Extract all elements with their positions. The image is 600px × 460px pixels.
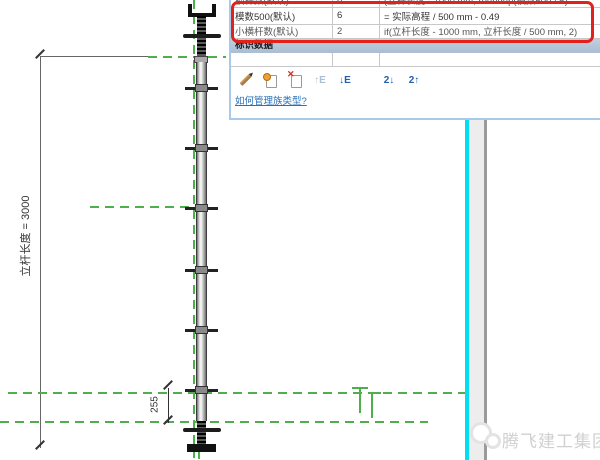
pole-coupler-hub-1: [195, 84, 208, 92]
move-up-icon: ↑E: [314, 75, 326, 86]
sort-descending-button[interactable]: 2↑: [406, 72, 422, 88]
parameter-value-cell[interactable]: [333, 53, 380, 66]
parameter-name-cell[interactable]: 模数500(默认): [231, 7, 333, 24]
move-parameter-up-button[interactable]: ↑E: [312, 72, 328, 88]
new-parameter-button[interactable]: [262, 72, 278, 88]
right-column-edge: [484, 120, 487, 460]
parameter-value-cell[interactable]: 6: [333, 0, 380, 7]
parameter-name-cell[interactable]: [231, 53, 333, 66]
pencil-icon: [239, 74, 251, 86]
delete-parameter-icon: ✕: [291, 75, 302, 88]
sort-ascending-button[interactable]: 2↓: [381, 72, 397, 88]
delete-x-icon: ✕: [287, 70, 295, 79]
pole-top-adjusting-nut: [183, 34, 221, 38]
watermark-logo-icon-small: [485, 433, 501, 449]
sort-descending-icon: 2↑: [409, 75, 420, 86]
parameter-row-modulus500[interactable]: 模数500(默认) 6 = 实际高程 / 500 mm - 0.49: [231, 7, 600, 25]
new-badge-dot-icon: [263, 73, 271, 81]
pole-coupler-hub-3: [195, 204, 208, 212]
move-down-icon: ↓E: [339, 75, 351, 86]
parameter-row-under-highlight[interactable]: 小横杆数(默认) 2 if(立杆长度 - 1000 mm, 立杆长度 / 500…: [231, 24, 600, 39]
reference-plane-top[interactable]: [148, 56, 226, 58]
revit-family-editor-view: 立杆长度 = 3000 255: [0, 0, 600, 460]
parameter-formula-cell[interactable]: [380, 53, 600, 66]
offset-dimension-label[interactable]: 255: [150, 390, 161, 420]
parameter-formula-cell[interactable]: = 实际高程 / 500 mm - 0.49: [380, 7, 600, 24]
delete-parameter-button[interactable]: ✕: [287, 72, 303, 88]
parameter-name-cell[interactable]: 小横杆数(默认): [231, 24, 333, 38]
pole-tube[interactable]: [196, 62, 207, 421]
identity-data-section-header: 标识数据: [231, 39, 600, 53]
reference-end-marker-2: [371, 392, 373, 418]
move-parameter-down-button[interactable]: ↓E: [337, 72, 353, 88]
reference-plane-lower-2[interactable]: [0, 421, 428, 423]
reference-plane-lower-1[interactable]: [8, 392, 466, 394]
pole-length-dimension-line[interactable]: [40, 57, 41, 448]
dimension-extension-line-top[interactable]: [40, 56, 150, 57]
parameter-name-cell[interactable]: 横杆数(默认): [231, 0, 333, 7]
parameter-value-cell[interactable]: 6: [333, 7, 380, 24]
pole-bottom-screw-jack[interactable]: [197, 421, 206, 444]
reference-end-marker-1: [359, 387, 361, 413]
manage-family-types-help-link[interactable]: 如何管理族类型?: [235, 93, 307, 107]
pole-coupler-hub-6: [195, 386, 208, 394]
family-types-panel: 横杆数(默认) 6 (立杆长度 - 1000 mm, roundup(模数500…: [229, 0, 600, 120]
identity-data-empty-row[interactable]: [231, 53, 600, 67]
pole-coupler-hub-2: [195, 144, 208, 152]
pole-bottom-adjusting-nut: [183, 428, 221, 432]
new-parameter-icon: [266, 75, 277, 88]
edit-parameter-button[interactable]: [237, 72, 253, 88]
pole-length-dimension-label[interactable]: 立杆长度 = 3000: [17, 151, 33, 321]
parameter-value-cell[interactable]: 2: [333, 24, 380, 38]
right-column-element[interactable]: [469, 120, 484, 460]
parameter-formula-cell[interactable]: (立杆长度 - 1000 mm, roundup(模数500 / 6): [380, 0, 600, 7]
pole-coupler-hub-4: [195, 266, 208, 274]
reference-plane-mid[interactable]: [90, 206, 190, 208]
sort-ascending-icon: 2↓: [384, 75, 395, 86]
parameter-toolbar: ✕ ↑E ↓E 2↓ 2↑: [237, 71, 422, 89]
pole-coupler-hub-5: [195, 326, 208, 334]
parameter-formula-cell[interactable]: if(立杆长度 - 1000 mm, 立杆长度 / 500 mm, 2): [380, 24, 600, 38]
pole-base-plate[interactable]: [187, 444, 216, 452]
watermark-text: 腾飞建工集团: [502, 427, 600, 452]
